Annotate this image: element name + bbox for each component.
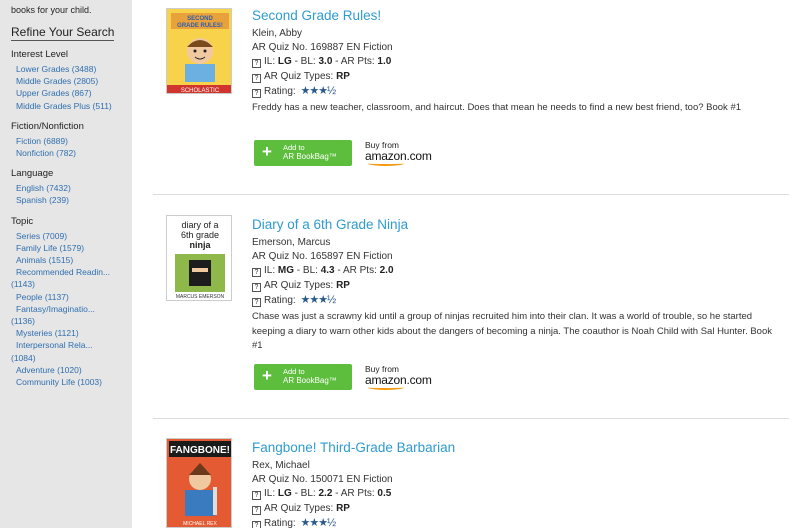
facet-section-interest-level: Interest Level Lower Grades (3488) Middl… — [11, 49, 132, 112]
rating-stars-icon: ★★★½ — [300, 293, 336, 306]
book-author: Klein, Abby — [252, 28, 303, 39]
facet-link[interactable]: People (1137) — [11, 291, 132, 303]
help-icon[interactable]: ? — [252, 88, 261, 98]
facet-link[interactable]: Fantasy/Imaginatio... — [11, 303, 132, 315]
facet-section-title: Fiction/Nonfiction — [11, 120, 84, 132]
facet-section-topic: Topic Series (7009) Family Life (1579) A… — [11, 216, 132, 389]
interest-level-line: ? IL: LG - BL: 2.2 - AR Pts: 0.5 — [252, 487, 777, 501]
book-info: Second Grade Rules! Klein, Abby AR Quiz … — [252, 8, 777, 116]
quiz-number: AR Quiz No. 165897 EN Fiction — [252, 251, 393, 263]
add-to-bookbag-button[interactable]: + Add to AR BookBag™ — [254, 364, 352, 390]
refine-search-heading: Refine Your Search — [11, 25, 115, 41]
svg-text:diary of a: diary of a — [181, 220, 218, 230]
svg-text:MICHAEL REX: MICHAEL REX — [183, 521, 217, 527]
svg-text:FANGBONE!: FANGBONE! — [170, 445, 230, 456]
interest-level-line: ? IL: LG - BL: 3.0 - AR Pts: 1.0 — [252, 55, 777, 69]
add-to-bookbag-button[interactable]: + Add to AR BookBag™ — [254, 140, 352, 166]
help-icon[interactable]: ? — [252, 520, 261, 528]
rating-line: ? Rating: ★★★½ — [252, 516, 777, 528]
book-title-link[interactable]: Diary of a 6th Grade Ninja — [252, 217, 777, 232]
book-author: Rex, Michael — [252, 460, 310, 471]
facet-link[interactable]: Interpersonal Rela... — [11, 339, 132, 351]
svg-text:6th grade: 6th grade — [181, 230, 219, 240]
quiz-types-line: ? AR Quiz Types: RP — [252, 502, 777, 516]
book-cover-image[interactable]: FANGBONE! MICHAEL REX — [166, 438, 232, 528]
book-cover-art: SECOND GRADE RULES! SCHOLASTIC — [167, 9, 231, 94]
facet-link[interactable]: Nonfiction (782) — [11, 147, 132, 159]
facet-link[interactable]: Community Life (1003) — [11, 376, 132, 388]
facet-link[interactable]: Spanish (239) — [11, 194, 132, 206]
amazon-smile-icon — [368, 385, 404, 390]
help-icon[interactable]: ? — [252, 297, 261, 307]
book-info: Diary of a 6th Grade Ninja Emerson, Marc… — [252, 217, 777, 354]
amazon-smile-icon — [368, 161, 404, 166]
quiz-number: AR Quiz No. 169887 EN Fiction — [252, 42, 393, 54]
quiz-types-line: ? AR Quiz Types: RP — [252, 279, 777, 293]
book-title-link[interactable]: Fangbone! Third-Grade Barbarian — [252, 440, 777, 455]
result-divider — [153, 418, 789, 419]
book-cover-image[interactable]: SECOND GRADE RULES! SCHOLASTIC — [166, 8, 232, 94]
book-cover-image[interactable]: diary of a 6th grade ninja MARCUS EMERSO… — [166, 215, 232, 301]
help-icon[interactable]: ? — [252, 282, 261, 292]
sidebar: books for your child. Refine Your Search… — [0, 0, 132, 528]
help-icon[interactable]: ? — [252, 268, 261, 278]
facet-link[interactable]: Fiction (6889) — [11, 135, 132, 147]
plus-icon: + — [262, 142, 272, 161]
facet-section-title: Language — [11, 168, 54, 180]
facet-section-fiction-nonfiction: Fiction/Nonfiction Fiction (6889) Nonfic… — [11, 121, 132, 159]
svg-text:GRADE RULES!: GRADE RULES! — [177, 23, 223, 29]
rating-line: ? Rating: ★★★½ — [252, 293, 777, 308]
facet-link-count[interactable]: (1084) — [11, 352, 132, 364]
book-info: Fangbone! Third-Grade Barbarian Rex, Mic… — [252, 440, 777, 528]
book-description: Chase was just a scrawny kid until a gro… — [252, 311, 772, 352]
facet-link[interactable]: English (7432) — [11, 182, 132, 194]
facet-section-language: Language English (7432) Spanish (239) — [11, 168, 132, 206]
facet-link[interactable]: Series (7009) — [11, 230, 132, 242]
facet-section-title: Topic — [11, 215, 34, 227]
rating-line: ? Rating: ★★★½ — [252, 84, 777, 99]
facet-link[interactable]: Family Life (1579) — [11, 242, 132, 254]
svg-text:SECOND: SECOND — [187, 16, 213, 22]
facet-link[interactable]: Middle Grades (2805) — [11, 75, 132, 87]
facet-link[interactable]: Mysteries (1121) — [11, 327, 132, 339]
help-icon[interactable]: ? — [252, 505, 261, 515]
rating-stars-icon: ★★★½ — [300, 84, 336, 97]
help-icon[interactable]: ? — [252, 59, 261, 69]
quiz-number: AR Quiz No. 150071 EN Fiction — [252, 474, 393, 486]
svg-text:ninja: ninja — [189, 240, 211, 250]
interest-level-line: ? IL: MG - BL: 4.3 - AR Pts: 2.0 — [252, 264, 777, 278]
facet-link[interactable]: Animals (1515) — [11, 254, 132, 266]
svg-text:SCHOLASTIC: SCHOLASTIC — [181, 88, 220, 94]
help-icon[interactable]: ? — [252, 491, 261, 501]
book-cover-art: diary of a 6th grade ninja MARCUS EMERSO… — [167, 216, 231, 300]
facet-link[interactable]: Lower Grades (3488) — [11, 63, 132, 75]
svg-text:MARCUS EMERSON: MARCUS EMERSON — [176, 294, 225, 300]
plus-icon: + — [262, 366, 272, 385]
book-author: Emerson, Marcus — [252, 237, 331, 248]
facet-link-count[interactable]: (1136) — [11, 315, 132, 327]
facet-link-count[interactable]: (1143) — [11, 278, 132, 290]
facet-section-title: Interest Level — [11, 49, 69, 60]
book-cover-art: FANGBONE! MICHAEL REX — [167, 439, 231, 527]
facet-link[interactable]: Recommended Readin... — [11, 266, 132, 278]
facet-link[interactable]: Middle Grades Plus (511) — [11, 100, 132, 112]
rating-stars-icon: ★★★½ — [300, 516, 336, 528]
help-icon[interactable]: ? — [252, 73, 261, 83]
buy-from-amazon-link[interactable]: Buy from amazon.com — [365, 364, 441, 392]
book-description: Freddy has a new teacher, classroom, and… — [252, 102, 742, 114]
quiz-types-line: ? AR Quiz Types: RP — [252, 70, 777, 84]
book-title-link[interactable]: Second Grade Rules! — [252, 8, 777, 23]
sidebar-intro-text: books for your child. — [11, 5, 92, 15]
facet-link[interactable]: Upper Grades (867) — [11, 87, 132, 99]
buy-from-amazon-link[interactable]: Buy from amazon.com — [365, 140, 441, 168]
facet-link[interactable]: Adventure (1020) — [11, 364, 132, 376]
result-divider — [153, 194, 789, 195]
